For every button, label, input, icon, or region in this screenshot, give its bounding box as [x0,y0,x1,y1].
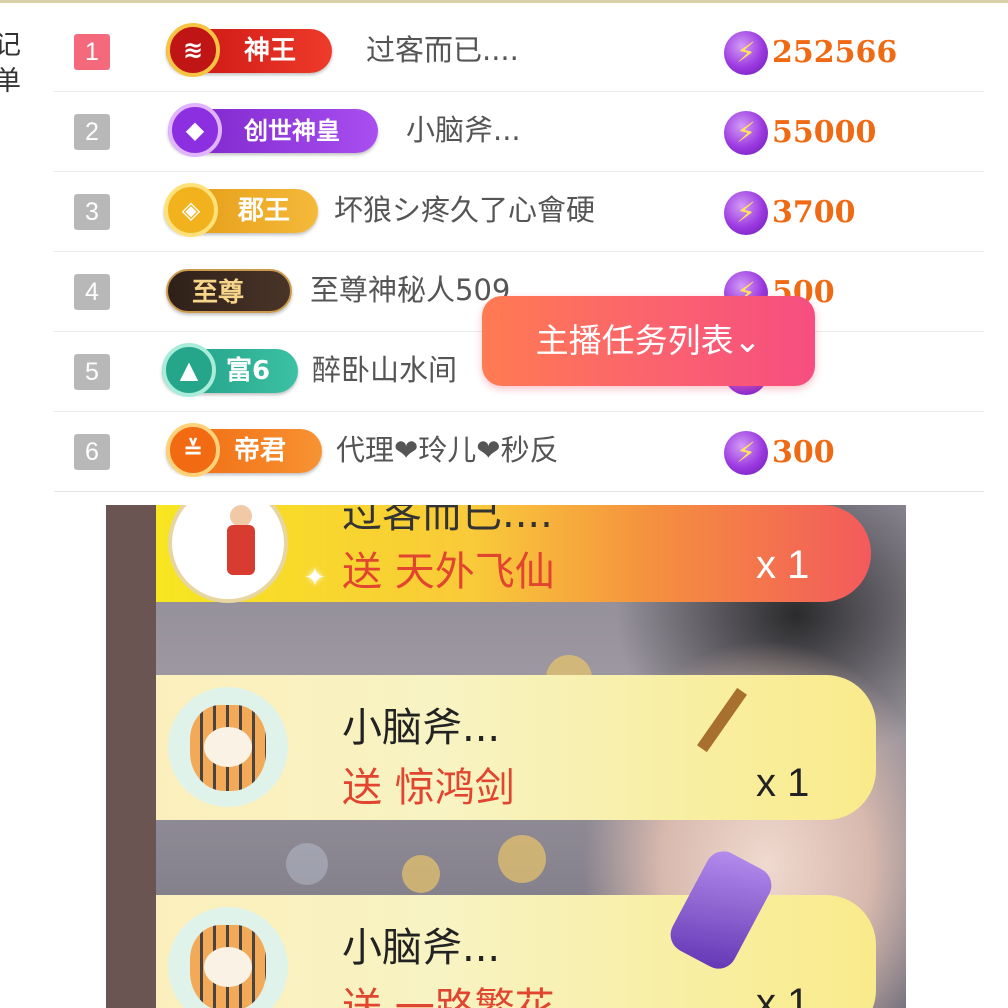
level-badge: ≋ 神王 [166,23,332,77]
gift-sender-name: 小脑斧... [342,705,501,751]
side-label: 记 单 [0,28,20,100]
gift-sender-name: 过客而已.... [342,505,553,537]
level-badge: ◈ 郡王 [164,183,318,237]
rank-number: 2 [74,114,110,150]
score-value: 55000 [772,115,877,150]
score-value: 300 [772,435,835,470]
diamond-icon: ◆ [168,103,222,157]
side-label-char: 单 [0,66,20,97]
user-name[interactable]: 代理❤玲儿❤秒反 [336,430,559,470]
bokeh-light [402,855,440,893]
rank-number: 5 [74,354,110,390]
video-left-strip [106,505,156,1008]
ranking-list: 1 ≋ 神王 过客而已.... ⚡ 252566 2 ◆ 创世神皇 小脑斧...… [54,12,984,492]
gift-action: 送 惊鸿剑 [342,765,515,811]
lightning-icon: ⚡ [724,431,768,475]
live-video-area[interactable]: ∙∙∙∙∙ 过客而已.... 送 天外飞仙 x 1 ✦ 小脑斧... 送 惊鸿剑… [106,505,906,1008]
badge-label: 郡王 [238,196,291,226]
badge-label: 至尊 [192,278,245,308]
badge-label: 创世神皇 [244,117,340,145]
sketch-avatar: ∙∙∙∙∙ [168,505,288,603]
ranking-row[interactable]: 3 ◈ 郡王 坏狼シ疼久了心會硬 ⚡ 3700 [54,172,984,252]
shield-chevron-icon: ≋ [166,23,220,77]
badge-label: 神王 [244,36,297,66]
lightning-icon: ⚡ [724,31,768,75]
chevron-down-icon: ⌄ [733,321,762,360]
gift-count: x 1 [756,761,810,805]
tiger-avatar [168,687,288,807]
badge-label: 帝君 [234,436,287,466]
rank-number: 1 [74,34,110,70]
gift-notification: ∙∙∙∙∙ 过客而已.... 送 天外飞仙 x 1 ✦ [156,505,871,603]
user-name[interactable]: 过客而已.... [366,30,519,70]
task-button-label: 主播任务列表 [535,321,734,360]
score-value: 3700 [772,195,856,230]
potion-bottle-icon [664,845,778,975]
rank-number: 6 [74,434,110,470]
lightning-icon: ⚡ [724,111,768,155]
coin-icon: ◈ [164,183,218,237]
user-name[interactable]: 醉卧山水间 [312,350,457,390]
sword-icon [697,687,747,753]
gift-action: 送 一路繁花 [342,985,555,1008]
streamer-task-list-button[interactable]: 主播任务列表⌄ [482,296,815,386]
bokeh-light [286,843,328,885]
level-badge: ▲ 富6 [162,343,298,397]
user-name[interactable]: 至尊神秘人509 [310,270,510,310]
score-value: 252566 [772,35,898,70]
bokeh-light [498,835,546,883]
ranking-row[interactable]: 1 ≋ 神王 过客而已.... ⚡ 252566 [54,12,984,92]
triangle-gem-icon: ▲ [162,343,216,397]
lightning-icon: ⚡ [724,191,768,235]
gift-notification: 小脑斧... 送 一路繁花 x 1 [156,845,876,1008]
side-label-char: 记 [0,30,20,61]
chevron-badge-icon: ≚ [166,423,220,477]
ranking-row[interactable]: 2 ◆ 创世神皇 小脑斧... ⚡ 55000 [54,92,984,172]
gift-count: x 1 [756,981,810,1008]
top-divider [0,0,1008,3]
gift-notification: 小脑斧... 送 惊鸿剑 x 1 [156,675,876,820]
level-badge: ≚ 帝君 [166,423,322,477]
level-badge: ◆ 创世神皇 [168,103,378,157]
rank-number: 4 [74,274,110,310]
tiger-avatar [168,907,288,1008]
rank-number: 3 [74,194,110,230]
gift-action: 送 天外飞仙 [342,549,555,595]
badge-label: 富6 [226,356,271,386]
user-name[interactable]: 坏狼シ疼久了心會硬 [334,190,595,230]
user-name[interactable]: 小脑斧... [406,110,521,150]
gift-sender-name: 小脑斧... [342,925,501,971]
ranking-row[interactable]: 6 ≚ 帝君 代理❤玲儿❤秒反 ⚡ 300 [54,412,984,492]
gift-count: x 1 [756,543,810,587]
sparkle-icon: ✦ [304,563,326,593]
level-badge: 至尊 [166,269,292,313]
